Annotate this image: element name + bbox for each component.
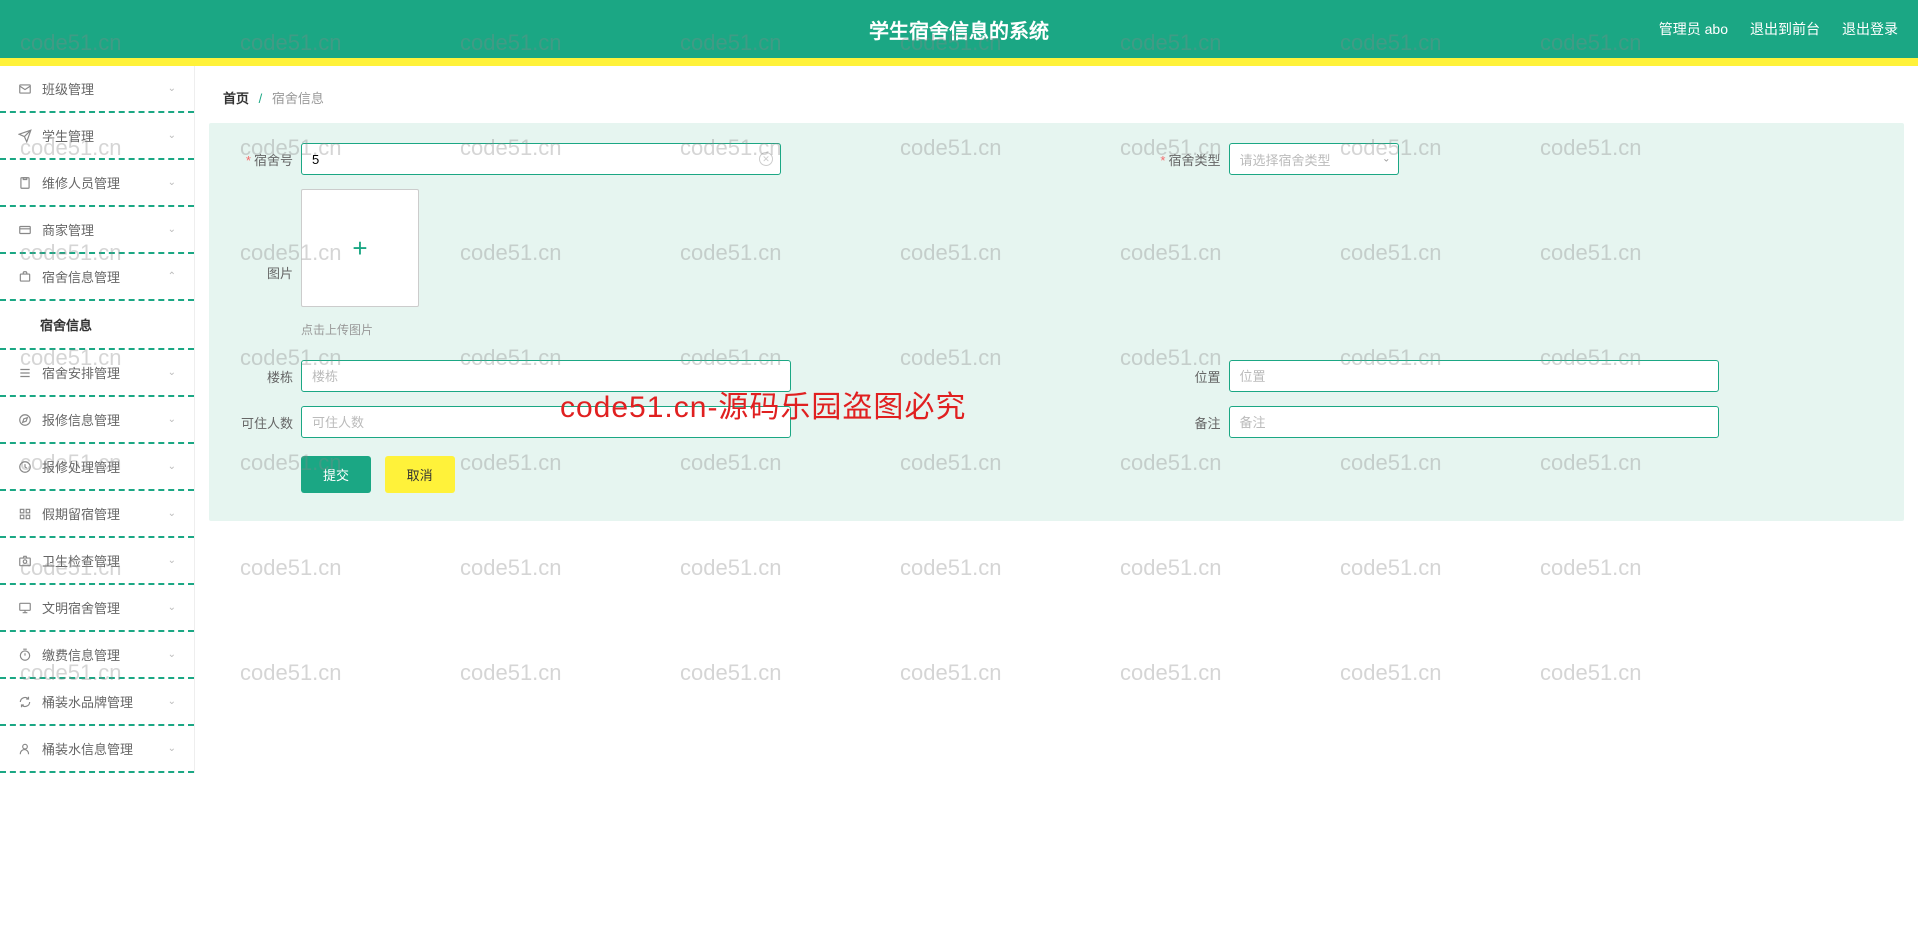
capacity-input[interactable] (301, 406, 791, 438)
plane-icon (18, 129, 32, 143)
capacity-label: 可住人数 (229, 413, 293, 432)
sidebar-item-merchant[interactable]: 商家管理 ⌄ (0, 207, 194, 254)
accent-strip (0, 58, 1918, 66)
sidebar-submenu-dorm-info[interactable]: 宿舍信息 (0, 301, 194, 350)
refresh-icon (18, 695, 32, 709)
clipboard-icon (18, 176, 32, 190)
logout-front-link[interactable]: 退出到前台 (1750, 19, 1820, 39)
chevron-down-icon: ⌄ (168, 177, 176, 188)
admin-name[interactable]: 管理员 abo (1659, 19, 1728, 39)
main-content: 首页 / 宿舍信息 *宿舍号 ✕ *宿舍类型 请选择宿舍类型 ⌄ (195, 66, 1918, 773)
submit-button[interactable]: 提交 (301, 456, 371, 493)
list-icon (18, 366, 32, 380)
sidebar-item-student[interactable]: 学生管理 ⌄ (0, 113, 194, 160)
location-input[interactable] (1229, 360, 1719, 392)
header-actions: 管理员 abo 退出到前台 退出登录 (1659, 19, 1898, 39)
clock-icon (18, 460, 32, 474)
dorm-type-select[interactable]: 请选择宿舍类型 (1229, 143, 1399, 175)
building-input[interactable] (301, 360, 791, 392)
mail-icon (18, 82, 32, 96)
plus-icon: + (352, 233, 367, 264)
compass-icon (18, 413, 32, 427)
grid-icon (18, 507, 32, 521)
chevron-down-icon: ⌄ (168, 83, 176, 94)
remark-input[interactable] (1229, 406, 1719, 438)
logout-link[interactable]: 退出登录 (1842, 19, 1898, 39)
remark-label: 备注 (1157, 413, 1221, 432)
sidebar-item-class[interactable]: 班级管理 ⌄ (0, 66, 194, 113)
chevron-down-icon: ⌄ (168, 696, 176, 707)
upload-hint: 点击上传图片 (281, 321, 1904, 338)
chevron-down-icon: ⌄ (168, 649, 176, 660)
sidebar-item-repair-info[interactable]: 报修信息管理 ⌄ (0, 397, 194, 444)
monitor-icon (18, 601, 32, 615)
breadcrumb: 首页 / 宿舍信息 (195, 66, 1918, 123)
chevron-up-icon: ⌃ (168, 271, 176, 282)
sidebar-item-water-info[interactable]: 桶装水信息管理 ⌄ (0, 726, 194, 773)
breadcrumb-current: 宿舍信息 (272, 91, 324, 106)
sidebar-item-water-brand[interactable]: 桶装水品牌管理 ⌄ (0, 679, 194, 726)
chevron-down-icon: ⌄ (168, 555, 176, 566)
chevron-down-icon: ⌄ (168, 224, 176, 235)
dorm-type-label: *宿舍类型 (1157, 150, 1221, 169)
breadcrumb-home[interactable]: 首页 (223, 91, 249, 106)
upload-image-box[interactable]: + (301, 189, 419, 307)
sidebar-item-civilized[interactable]: 文明宿舍管理 ⌄ (0, 585, 194, 632)
cancel-button[interactable]: 取消 (385, 456, 455, 493)
location-label: 位置 (1157, 367, 1221, 386)
sidebar-item-hygiene[interactable]: 卫生检查管理 ⌄ (0, 538, 194, 585)
suitcase-icon (18, 270, 32, 284)
sidebar-item-dorm-info[interactable]: 宿舍信息管理 ⌃ (0, 254, 194, 301)
dorm-no-label: *宿舍号 (229, 150, 293, 169)
sidebar-item-holiday-stay[interactable]: 假期留宿管理 ⌄ (0, 491, 194, 538)
chevron-down-icon: ⌄ (168, 414, 176, 425)
camera-icon (18, 554, 32, 568)
building-label: 楼栋 (229, 367, 293, 386)
app-header: 学生宿舍信息的系统 管理员 abo 退出到前台 退出登录 (0, 0, 1918, 58)
dorm-no-input[interactable] (301, 143, 781, 175)
chevron-down-icon: ⌄ (168, 367, 176, 378)
pic-label: 图片 (229, 263, 293, 282)
sidebar-item-repair-staff[interactable]: 维修人员管理 ⌄ (0, 160, 194, 207)
chevron-down-icon: ⌄ (168, 743, 176, 754)
card-icon (18, 223, 32, 237)
sidebar: 班级管理 ⌄ 学生管理 ⌄ 维修人员管理 ⌄ 商家管理 ⌄ 宿舍信息管理 ⌃ 宿… (0, 66, 195, 773)
app-title: 学生宿舍信息的系统 (869, 15, 1049, 44)
chevron-down-icon: ⌄ (168, 508, 176, 519)
breadcrumb-separator: / (259, 91, 263, 106)
chevron-down-icon: ⌄ (168, 602, 176, 613)
sidebar-item-dorm-arrange[interactable]: 宿舍安排管理 ⌄ (0, 350, 194, 397)
user-icon (18, 742, 32, 756)
timer-icon (18, 648, 32, 662)
sidebar-item-repair-process[interactable]: 报修处理管理 ⌄ (0, 444, 194, 491)
form-panel: *宿舍号 ✕ *宿舍类型 请选择宿舍类型 ⌄ 图片 (209, 123, 1904, 521)
chevron-down-icon: ⌄ (168, 130, 176, 141)
clear-icon[interactable]: ✕ (759, 152, 773, 166)
chevron-down-icon: ⌄ (168, 461, 176, 472)
sidebar-item-payment[interactable]: 缴费信息管理 ⌄ (0, 632, 194, 679)
